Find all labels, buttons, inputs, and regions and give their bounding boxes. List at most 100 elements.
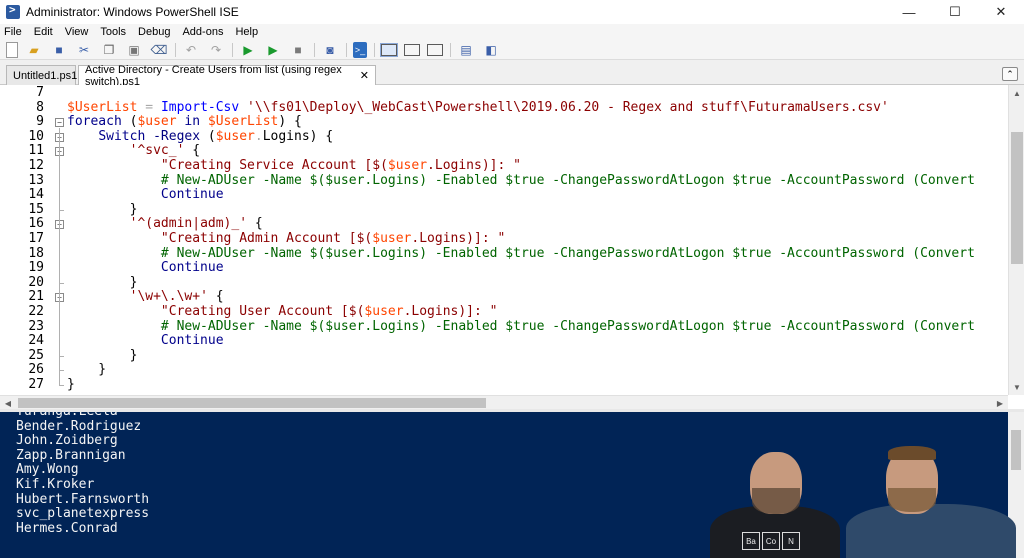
tab-untitled1[interactable]: Untitled1.ps1 [6,65,77,85]
scroll-down-icon[interactable]: ▼ [1009,379,1024,395]
show-command-icon[interactable]: ▤ [457,42,475,58]
title-bar: Administrator: Windows PowerShell ISE — … [0,0,1024,24]
toolbar-separator [346,42,347,57]
menu-edit[interactable]: Edit [34,26,53,38]
code-token: foreach [67,114,122,130]
code-line: '^svc_' { [67,144,200,159]
menu-tools[interactable]: Tools [100,26,126,38]
copy-icon[interactable]: ❐ [100,42,118,58]
code-line: # New-ADUser -Name $($user.Logins) -Enab… [67,318,975,335]
code-token: ( [121,114,138,130]
menu-file[interactable]: File [4,26,22,38]
line-number: 12 [28,158,44,173]
scroll-thumb[interactable] [1011,132,1023,264]
layout-max-icon[interactable] [427,43,443,56]
maximize-button[interactable]: ☐ [932,0,978,24]
editor-horizontal-scrollbar[interactable]: ◀ ▶ [0,395,1008,409]
cut-icon[interactable]: ✂ [75,42,93,58]
tab-label: Active Directory - Create Users from lis… [85,63,342,88]
show-addons-icon[interactable]: ◧ [482,42,500,58]
code-token: "Creating Service Account [$( [160,158,388,173]
console-output-line: Hermes.Conrad [16,520,118,536]
code-area[interactable]: $UserList = Import-Csv '\\fs01\Deploy\_W… [52,85,1008,395]
console-output-line: Kif.Kroker [16,477,95,492]
close-tab-icon[interactable]: ✕ [360,69,369,82]
new-icon[interactable] [6,41,18,58]
layout-top-icon[interactable] [380,42,398,57]
code-token: "Creating Admin Account [$( [160,231,373,246]
layout-right-icon[interactable] [404,43,420,56]
clear-icon[interactable]: ⌫ [150,42,168,58]
toolbar-separator [175,42,176,57]
line-number: 19 [28,260,44,276]
line-number: 23 [28,318,44,334]
code-token: $UserList [67,99,138,115]
minimize-button[interactable]: — [886,0,932,24]
toolbar-separator [374,42,375,57]
line-number: 18 [28,245,44,261]
run-icon[interactable]: ▶ [239,42,257,58]
toolbar-separator [314,42,315,57]
code-line: } [67,348,138,364]
code-token: } [67,377,75,392]
menu-addons[interactable]: Add-ons [182,26,223,38]
line-number-gutter: 7 8 9 10 11 12 13 14 15 16 17 18 19 20 21 22 23 24 25 26 27−… [0,85,64,395]
editor-vertical-scrollbar[interactable]: ▲ ▼ [1008,85,1024,395]
tab-active-directory-script[interactable]: Active Directory - Create Users from lis… [78,63,376,88]
redo-icon[interactable]: ↷ [207,42,225,58]
code-token: in [184,114,201,130]
line-number: 7 [36,85,44,100]
stop-icon[interactable]: ■ [289,42,307,58]
scroll-thumb[interactable] [18,398,486,408]
shirt [846,504,1016,558]
code-token: $user [372,231,412,246]
code-token: # New-ADUser -Name $($user.Logins) -Enab… [160,318,975,334]
open-icon[interactable]: ▰ [25,42,43,58]
code-token: Continue [160,333,224,349]
code-token: } [67,274,138,290]
line-number: 20 [28,274,44,290]
console-output-line: Zapp.Brannigan [16,447,126,463]
remote-powershell-icon[interactable]: ◙ [321,42,339,58]
save-icon[interactable]: ■ [50,42,68,58]
menu-debug[interactable]: Debug [138,26,170,38]
code-token: '^svc_' [129,143,185,159]
close-button[interactable]: ✕ [978,0,1024,24]
code-token: } [67,362,107,378]
window-controls: — ☐ ✕ [886,0,1024,24]
undo-icon[interactable]: ↶ [182,42,200,58]
menu-view[interactable]: View [65,26,89,38]
code-line: '^(admin|adm)_' { [67,217,263,232]
scroll-up-icon[interactable]: ▲ [1009,85,1024,101]
code-token: $UserList [207,114,279,130]
scroll-left-icon[interactable]: ◀ [0,396,16,410]
shirt-print-element: Co [762,532,780,550]
code-line: '\w+\.\w+' { [67,290,224,305]
script-editor[interactable]: 7 8 9 10 11 12 13 14 15 16 17 18 19 20 21 22 23 24 25 26 27−… [0,85,1024,409]
run-selection-icon[interactable]: ▶ [264,42,282,58]
line-number: 17 [28,231,44,246]
collapse-script-pane-button[interactable]: ⌃ [1002,67,1018,81]
scroll-right-icon[interactable]: ▶ [992,396,1008,410]
paste-icon[interactable]: ▣ [125,42,143,58]
powershell-icon[interactable]: >_ [353,41,367,58]
console-output-line: Amy.Wong [16,462,79,478]
code-line: Continue [67,333,224,349]
code-token: { [207,289,224,305]
code-token: Continue [160,260,224,276]
code-line: # New-ADUser -Name $($user.Logins) -Enab… [67,172,975,189]
code-token: # New-ADUser -Name $($user.Logins) -Enab… [160,172,975,188]
line-number: 8 [36,99,44,115]
code-line: } [67,202,138,218]
menu-help[interactable]: Help [235,26,258,38]
code-token: Continue [160,187,224,203]
code-token: Switch [98,128,146,144]
beard [752,488,800,514]
